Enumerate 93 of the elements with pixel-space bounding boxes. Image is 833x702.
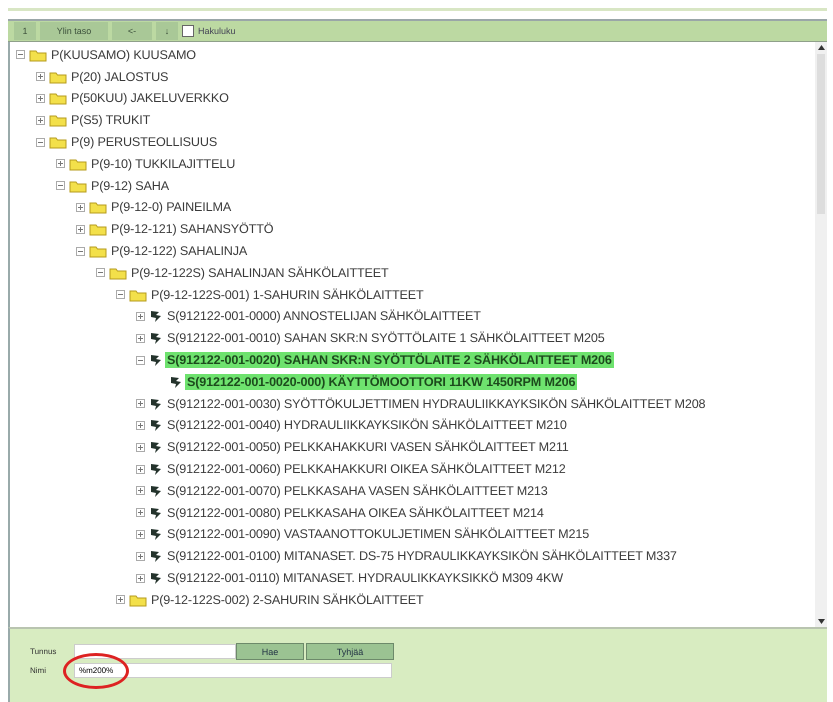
expand-icon[interactable] [36, 116, 45, 125]
device-icon [149, 396, 163, 411]
expand-icon[interactable] [36, 72, 45, 82]
field-label: Nimi [30, 666, 47, 675]
collapse-icon[interactable] [36, 138, 45, 147]
tree-item[interactable]: P(20) JALOSTUS [69, 68, 170, 85]
tree-item[interactable]: P(9-10) TUKKILAJITTELU [89, 156, 238, 172]
expand-icon[interactable] [136, 442, 145, 452]
toolbar-button[interactable]: <- [112, 22, 152, 40]
tree-item[interactable]: P(9-12-121) SAHANSYÖTTÖ [109, 221, 276, 238]
expand-icon[interactable] [136, 399, 145, 408]
checkbox-label: Hakuluku [198, 26, 236, 36]
tree-item[interactable]: S(912122-001-0000) ANNOSTELIJAN SÄHKÖLAITTEET [165, 308, 483, 324]
tree-item[interactable]: S(912122-001-0100) MITANASET. DS-75 HYDRAULIKKAYKSIKÖN SÄHKÖLAITTEET M337 [165, 548, 679, 564]
toolbar-button[interactable]: Ylin taso [40, 22, 108, 40]
device-icon [169, 374, 183, 389]
tree-item[interactable]: S(912122-001-0040) HYDRAULIIKKAYKSIKÖN SÄHKÖLAITTEET M210 [165, 417, 569, 434]
collapse-icon[interactable] [96, 268, 105, 278]
expand-icon[interactable] [136, 552, 145, 561]
tree-item[interactable]: P(9-12-122S-002) 2-SAHURIN SÄHKÖLAITTEET [149, 592, 426, 608]
toolbar-button[interactable]: 1 [14, 22, 36, 40]
folder-icon [69, 178, 87, 193]
device-icon [149, 353, 163, 368]
tree-item[interactable]: P(KUUSAMO) KUUSAMO [49, 46, 198, 63]
folder-icon [69, 156, 87, 171]
device-icon [149, 571, 163, 586]
device-icon [149, 549, 163, 564]
tree-item[interactable]: S(912122-001-0080) PELKKASAHA OIKEA SÄHKÖLAITTEET M214 [165, 504, 546, 521]
folder-icon [29, 48, 47, 62]
input-field[interactable]: %m200% [74, 663, 392, 678]
expand-icon[interactable] [136, 420, 145, 430]
expand-icon[interactable] [76, 202, 85, 212]
toolbar-button[interactable]: ↓ [156, 22, 178, 40]
expand-icon[interactable] [136, 508, 145, 518]
device-icon [149, 331, 163, 346]
device-icon [149, 309, 163, 324]
collapse-icon[interactable] [116, 290, 125, 300]
expand-icon[interactable] [136, 312, 145, 321]
folder-icon [89, 244, 107, 258]
tree-item[interactable]: S(912122-001-0110) MITANASET. HYDRAULIKKAYKSIKKÖ M309 4KW [165, 570, 566, 586]
folder-icon [89, 222, 107, 236]
expand-icon[interactable] [56, 159, 65, 168]
folder-icon [49, 70, 67, 84]
tree-item[interactable]: S(912122-001-0090) VASTAANOTTOKULJETIMEN SÄHKÖLAITTEET M215 [165, 526, 592, 542]
collapse-icon[interactable] [56, 181, 65, 190]
tree-item[interactable]: P(50KUU) JAKELUVERKKO [69, 90, 231, 106]
folder-icon [49, 91, 67, 106]
folder-icon [129, 288, 147, 302]
input-field[interactable] [74, 644, 236, 659]
tree-item[interactable]: S(912122-001-0030) SYÖTTÖKULJETTIMEN HYDRAULIIKKAYKSIKÖN SÄHKÖLAITTEET M208 [165, 396, 708, 412]
form-button[interactable]: Hae [236, 643, 304, 660]
device-icon [149, 462, 163, 476]
checkbox[interactable] [182, 25, 194, 37]
form-button[interactable]: Tyhjää [306, 643, 394, 660]
tree-item[interactable]: P(9-12-122S) SAHALINJAN SÄHKÖLAITTEET [129, 264, 391, 281]
tree-item[interactable]: S(912122-001-0010) SAHAN SKR:N SYÖTTÖLAITE 1 SÄHKÖLAITTEET M205 [165, 330, 607, 346]
scroll-down-icon[interactable] [818, 619, 824, 624]
expand-icon[interactable] [36, 94, 45, 103]
collapse-icon[interactable] [76, 246, 85, 256]
tree-item[interactable]: P(9-12) SAHA [89, 178, 171, 194]
folder-icon [129, 592, 147, 607]
tree-item[interactable]: P(9) PERUSTEOLLISUUS [69, 134, 220, 150]
expand-icon[interactable] [136, 464, 145, 474]
scrollbar[interactable] [815, 42, 827, 627]
scroll-up-icon[interactable] [818, 45, 824, 50]
device-icon [149, 418, 163, 432]
annotation-circle [63, 653, 129, 689]
folder-icon [49, 113, 67, 128]
tree-item[interactable]: S(912122-001-0020) SAHAN SKR:N SYÖTTÖLAITE 2 SÄHKÖLAITTEET M206 [165, 352, 614, 368]
tree-item[interactable]: S(912122-001-0060) PELKKAHAKKURI OIKEA SÄHKÖLAITTEET M212 [165, 461, 568, 478]
expand-icon[interactable] [116, 595, 125, 604]
expand-icon[interactable] [76, 224, 85, 234]
collapse-icon[interactable] [136, 356, 145, 365]
folder-icon [49, 135, 67, 150]
collapse-icon[interactable] [16, 50, 25, 60]
tree-item[interactable]: P(9-12-0) PAINEILMA [109, 199, 234, 216]
tree-item[interactable]: S(912122-001-0070) PELKKASAHA VASEN SÄHKÖLAITTEET M213 [165, 482, 550, 499]
tree-item[interactable]: P(S5) TRUKIT [69, 112, 152, 128]
tree-item[interactable]: P(9-12-122S-001) 1-SAHURIN SÄHKÖLAITTEET [149, 286, 426, 303]
tree-item[interactable]: P(9-12-122) SAHALINJA [109, 243, 250, 260]
folder-icon [89, 200, 107, 214]
tree-item[interactable]: S(912122-001-0050) PELKKAHAKKURI VASEN SÄHKÖLAITTEET M211 [165, 439, 571, 456]
expand-icon[interactable] [136, 486, 145, 496]
field-label: Tunnus [30, 647, 58, 656]
device-icon [149, 440, 163, 454]
tree-item[interactable]: S(912122-001-0020-000) KÄYTTÖMOOTTORI 11KW 1450RPM M206 [185, 374, 578, 390]
expand-icon[interactable] [136, 530, 145, 539]
device-icon [149, 527, 163, 542]
expand-icon[interactable] [136, 574, 145, 583]
expand-icon[interactable] [136, 334, 145, 343]
folder-icon [109, 266, 127, 280]
device-icon [149, 506, 163, 520]
device-icon [149, 484, 163, 498]
